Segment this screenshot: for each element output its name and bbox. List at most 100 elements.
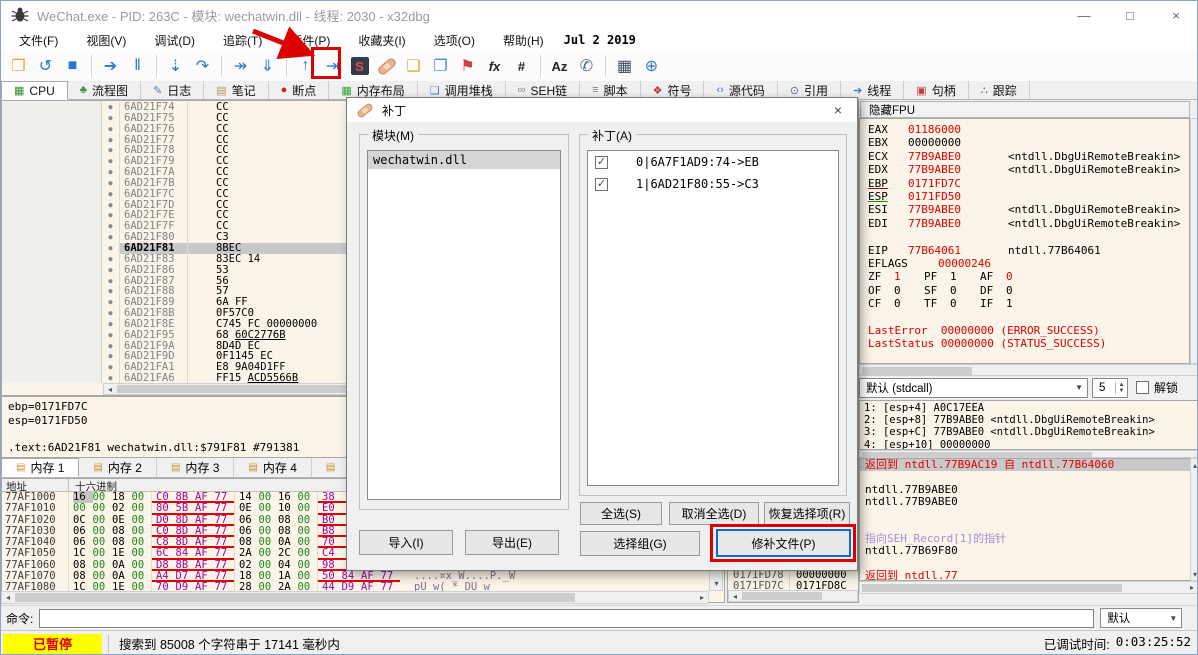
breakpoint-dot-icon[interactable]: ●	[102, 243, 119, 254]
stack-info-pane[interactable]: 返回到 ntdll.77B9AC19 自 ntdll.77B64060 ntdl…	[859, 458, 1197, 581]
menu-item-文件F[interactable]: 文件(F)	[5, 30, 72, 51]
register-row[interactable]: EIP 77B64061 ntdll.77B64061	[868, 244, 1189, 257]
restart-icon[interactable]: ↺	[33, 53, 58, 79]
register-row[interactable]: ESI 77B9ABE0 <ntdll.DbgUiRemoteBreakin>	[868, 203, 1189, 216]
breakpoint-dot-icon[interactable]: ●	[102, 167, 119, 178]
module-item[interactable]: wechatwin.dll	[368, 151, 560, 169]
memory-tab-1[interactable]: ▤ 内存 1	[1, 458, 80, 477]
open-file-icon[interactable]: ❒	[6, 53, 31, 79]
register-row[interactable]: EDX 77B9ABE0 <ntdll.DbgUiRemoteBreakin>	[868, 163, 1189, 176]
stack-arg-row[interactable]: 1: [esp+4] A0C17EEA	[864, 402, 1197, 414]
stack-arg-row[interactable]: 3: [esp+C] 77B9ABE0 <ntdll.DbgUiRemoteBr…	[864, 426, 1197, 438]
patch-icon[interactable]	[374, 53, 399, 79]
stack-arg-row[interactable]: 2: [esp+8] 77B9ABE0 <ntdll.DbgUiRemoteBr…	[864, 414, 1197, 426]
run-to-cursor-icon[interactable]: ↠	[228, 53, 253, 79]
registers-hscrollbar[interactable]	[859, 364, 1197, 376]
breakpoint-dot-icon[interactable]: ●	[102, 265, 119, 276]
breakpoint-dot-icon[interactable]: ●	[102, 319, 119, 330]
breakpoint-dot-icon[interactable]: ●	[102, 145, 119, 156]
breakpoint-dot-icon[interactable]: ●	[102, 297, 119, 308]
patch-checkbox[interactable]: ✓	[595, 155, 608, 169]
eflags-row[interactable]: EFLAGS 00000246	[868, 257, 1189, 270]
command-combo[interactable]: 默认 ▼	[1100, 608, 1183, 628]
menu-item-视图V[interactable]: 视图(V)	[72, 30, 140, 51]
breakpoint-dot-icon[interactable]: ●	[102, 113, 119, 124]
step-into-icon[interactable]: ⇣	[163, 53, 188, 79]
hide-fpu-button[interactable]: 隐藏FPU	[860, 101, 1190, 118]
stack-info-line[interactable]: 返回到 ntdll.77B9AC19 自 ntdll.77B64060	[860, 459, 1197, 472]
breakpoint-dot-icon[interactable]: ●	[102, 362, 119, 373]
menu-item-选项O[interactable]: 选项(O)	[420, 30, 489, 51]
patch-dialog-titlebar[interactable]: 补丁 ×	[347, 98, 857, 122]
breakpoint-dot-icon[interactable]: ●	[102, 156, 119, 167]
tab-流程图[interactable]: ♣ 流程图	[68, 81, 141, 99]
calling-convention-select[interactable]: 默认 (stdcall) ▼	[859, 377, 1088, 398]
stack-info-vscrollbar[interactable]: ▴ ▾	[1190, 458, 1197, 581]
breakpoint-dot-icon[interactable]: ●	[102, 102, 119, 113]
patch-checkbox[interactable]: ✓	[595, 177, 608, 191]
strings-icon[interactable]: S	[347, 53, 372, 79]
register-row[interactable]: ESP 0171FD50	[868, 190, 1189, 203]
dialog-close-icon[interactable]: ×	[829, 101, 847, 119]
stack-info-line[interactable]: ntdll.77B9ABE0	[860, 495, 1197, 508]
command-input[interactable]	[39, 608, 1095, 628]
select-group-button[interactable]: 选择组(G)	[580, 531, 700, 556]
breakpoint-dot-icon[interactable]: ●	[102, 124, 119, 135]
last-status-row[interactable]: LastStatus 00000000 (STATUS_SUCCESS)	[868, 337, 1189, 350]
bookmark-icon[interactable]: ⚑	[455, 53, 480, 79]
register-row[interactable]	[868, 230, 1189, 243]
stack-info-line[interactable]	[860, 557, 1197, 569]
label-icon[interactable]: ❐	[428, 53, 453, 79]
close-button[interactable]: ×	[1153, 1, 1197, 29]
stack-hscrollbar[interactable]: ◂	[728, 590, 858, 602]
maximize-button[interactable]: □	[1107, 1, 1153, 29]
breakpoint-dot-icon[interactable]: ●	[102, 210, 119, 221]
register-row[interactable]: EBP 0171FD7C	[868, 177, 1189, 190]
memory-tab-5-partial[interactable]: ▤	[312, 458, 351, 477]
stack-info-line[interactable]	[860, 471, 1197, 483]
register-row[interactable]: ECX 77B9ABE0 <ntdll.DbgUiRemoteBreakin>	[868, 150, 1189, 163]
breakpoint-dot-icon[interactable]: ●	[102, 286, 119, 297]
step-over-icon[interactable]: ↷	[190, 53, 215, 79]
hash-icon[interactable]: #	[509, 53, 534, 79]
last-error-row[interactable]: LastError 00000000 (ERROR_SUCCESS)	[868, 324, 1189, 337]
az-icon[interactable]: Az	[547, 53, 572, 79]
globe-icon[interactable]: ⊕	[639, 53, 664, 79]
stack-arg-row[interactable]: 4: [esp+10] 00000000	[864, 439, 1197, 449]
tab-笔记[interactable]: ▤ 笔记	[204, 81, 269, 99]
registers-pane[interactable]: EAX 01186000 EBX 00000000 ECX 77B9ABE0 <ntdll.…	[859, 118, 1190, 364]
breakpoint-dot-icon[interactable]: ●	[102, 232, 119, 243]
stack-args-hscrollbar[interactable]	[859, 450, 1197, 458]
step-out-icon[interactable]: ⇓	[255, 53, 280, 79]
tab-CPU[interactable]: ▦ CPU	[1, 81, 68, 100]
export-button[interactable]: 导出(E)	[465, 530, 559, 555]
registers-vscrollbar[interactable]	[1190, 118, 1197, 364]
tab-日志[interactable]: ✎ 日志	[141, 81, 205, 99]
breakpoint-dot-icon[interactable]: ●	[102, 276, 119, 287]
register-row[interactable]: EAX 01186000	[868, 123, 1189, 136]
menu-item-追踪T[interactable]: 追踪(T)	[209, 30, 276, 51]
arg-count-stepper[interactable]: 5 ▲ ▼	[1092, 377, 1128, 398]
flags-row[interactable]: ZF 1 PF 1 AF 0	[868, 270, 1189, 283]
stack-info-line[interactable]: 返回到 ntdll.77	[860, 569, 1197, 580]
stack-info-line[interactable]: ntdll.77B69F80	[860, 544, 1197, 557]
breakpoint-dot-icon[interactable]: ●	[102, 221, 119, 232]
breakpoint-dot-icon[interactable]: ●	[102, 254, 119, 265]
menu-item-调试D[interactable]: 调试(D)	[140, 30, 209, 51]
tab-断点[interactable]: ● 断点	[269, 81, 330, 99]
pause-icon[interactable]: ‖	[125, 53, 150, 79]
restore-selection-button[interactable]: 恢复选择项(R)	[764, 502, 850, 525]
breakpoint-dot-icon[interactable]: ●	[102, 189, 119, 200]
module-list[interactable]: wechatwin.dll	[367, 150, 561, 500]
stop-icon[interactable]: ■	[60, 53, 85, 79]
import-button[interactable]: 导入(I)	[359, 530, 453, 555]
menu-item-帮助H[interactable]: 帮助(H)	[489, 30, 558, 51]
breakpoint-dot-icon[interactable]: ●	[102, 351, 119, 362]
memory-tab-4[interactable]: ▤ 内存 4	[234, 458, 312, 477]
stack-info-line[interactable]	[860, 508, 1197, 520]
breakpoint-dot-icon[interactable]: ●	[102, 178, 119, 189]
flags-row[interactable]: OF 0 SF 0 DF 0	[868, 284, 1189, 297]
modules-icon[interactable]: ✆	[574, 53, 599, 79]
dump-hscrollbar[interactable]: ◂ ▸	[1, 591, 709, 604]
tab-句柄[interactable]: ▣ 句柄	[904, 81, 969, 99]
